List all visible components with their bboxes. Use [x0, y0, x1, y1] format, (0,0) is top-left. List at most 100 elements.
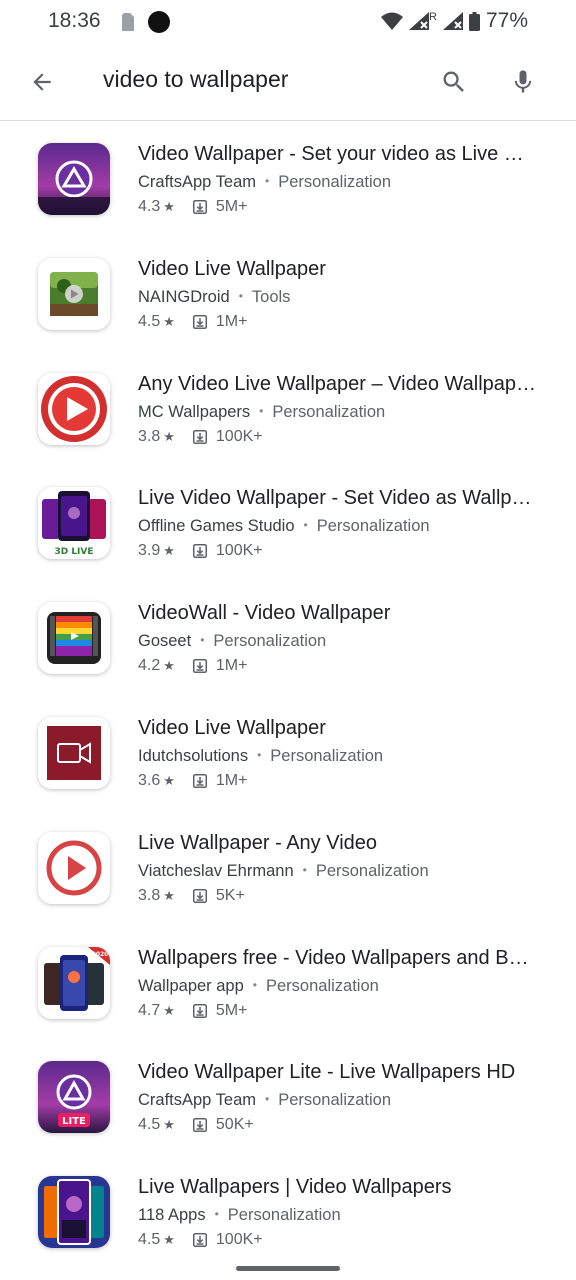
app-title: Video Wallpaper Lite - Live Wallpapers H…	[138, 1061, 516, 1084]
separator-dot: •	[238, 288, 243, 303]
star-icon: ★	[163, 543, 175, 559]
gesture-nav-bar[interactable]	[236, 1266, 340, 1271]
app-rating: 3.6	[138, 771, 161, 789]
separator-dot: •	[265, 1092, 270, 1107]
app-developer: CraftsApp Team	[138, 173, 256, 191]
app-meta: 3.6 ★ 1M+	[138, 772, 247, 790]
app-developer: Offline Games Studio	[138, 517, 295, 536]
app-downloads: 50K+	[215, 1116, 254, 1134]
arrow-back-icon	[33, 73, 51, 91]
app-title: Video Live Wallpaper	[138, 716, 326, 739]
app-rating: 4.7	[138, 1001, 161, 1019]
app-category: Personalization	[227, 1206, 341, 1225]
app-category: Personalization	[266, 976, 379, 995]
app-list-item[interactable]: Live Wallpapers | Video Wallpapers 118 A…	[0, 1154, 576, 1269]
app-subtitle: Idutchsolutions • Personalization	[138, 747, 383, 766]
app-rating: 3.8	[138, 427, 161, 445]
app-rating: 4.5	[138, 312, 161, 330]
download-icon	[192, 1003, 207, 1018]
app-title: Live Video Wallpaper - Set Video as Wall…	[138, 487, 538, 510]
star-icon: ★	[163, 428, 175, 444]
star-icon: ★	[163, 1117, 175, 1133]
app-title: Wallpapers free - Video Wallpapers and B…	[138, 946, 538, 969]
download-icon	[192, 773, 207, 788]
download-icon	[192, 429, 207, 444]
app-title: Any Video Live Wallpaper – Video Wallpap…	[138, 372, 538, 395]
app-list-item[interactable]: Any Video Live Wallpaper – Video Wallpap…	[0, 351, 576, 466]
app-subtitle: NAINGDroid • Tools	[138, 288, 290, 307]
live-wallpapers-collage-icon	[38, 1176, 110, 1249]
app-category: Personalization	[315, 861, 429, 880]
download-icon	[192, 659, 207, 674]
download-icon	[192, 544, 207, 559]
app-icon	[38, 372, 110, 445]
app-meta: 4.2 ★ 1M+	[138, 657, 247, 675]
app-downloads: 1M+	[215, 312, 248, 330]
search-results-list: Video Wallpaper - Set your video as Live…	[0, 121, 576, 1269]
app-icon	[38, 143, 110, 215]
svg-text:LITE: LITE	[62, 1116, 86, 1127]
separator-dot: •	[252, 977, 257, 992]
separator-dot: •	[214, 1207, 219, 1222]
app-developer: CraftsApp Team	[138, 1091, 256, 1110]
status-right: R 77%	[381, 9, 528, 33]
app-subtitle: 118 Apps • Personalization	[138, 1206, 341, 1225]
app-list-item[interactable]: 2020 Wallpapers free - Video Wallpapers …	[0, 925, 576, 1040]
phones-3d-live-icon: 3D LIVE	[38, 487, 110, 560]
app-meta: 4.5 ★ 100K+	[138, 1231, 263, 1249]
app-subtitle: Offline Games Studio • Personalization	[138, 517, 430, 536]
app-title: Video Wallpaper - Set your video as Live…	[138, 143, 538, 165]
app-meta: 3.8 ★ 5K+	[138, 887, 245, 905]
app-list-item[interactable]: VideoWall - Video Wallpaper Goseet • Perso…	[0, 580, 576, 695]
download-icon	[192, 314, 207, 329]
app-category: Personalization	[270, 746, 384, 765]
app-downloads: 5K+	[215, 886, 245, 904]
svg-text:3D LIVE: 3D LIVE	[54, 547, 93, 557]
app-meta: 4.5 ★ 1M+	[138, 313, 247, 331]
battery-icon	[468, 11, 480, 31]
app-category: Personalization	[272, 402, 386, 421]
star-icon: ★	[163, 658, 175, 674]
star-icon: ★	[163, 1232, 175, 1248]
app-subtitle: Viatcheslav Ehrmann • Personalization	[138, 862, 429, 881]
app-list-item[interactable]: Video Wallpaper - Set your video as Live…	[0, 121, 576, 236]
back-button[interactable]	[24, 64, 60, 100]
app-meta: 4.5 ★ 50K+	[138, 1116, 254, 1134]
app-rating: 4.5	[138, 1231, 161, 1249]
app-list-item[interactable]: LITE Video Wallpaper Lite - Live Wallpap…	[0, 1039, 576, 1154]
app-subtitle: CraftsApp Team • Personalization	[138, 1091, 391, 1110]
record-dot-icon	[148, 11, 170, 33]
app-title: Live Wallpaper - Any Video	[138, 831, 378, 854]
search-query[interactable]: video to wallpaper	[103, 66, 288, 93]
separator-dot: •	[200, 633, 205, 648]
app-rating: 3.9	[138, 542, 161, 560]
app-list-item[interactable]: Video Live Wallpaper Idutchsolutions • Per…	[0, 695, 576, 810]
app-meta: 4.7 ★ 5M+	[138, 1002, 247, 1020]
voice-search-button[interactable]	[505, 64, 541, 100]
app-downloads: 1M+	[215, 657, 248, 675]
app-downloads: 5M+	[215, 198, 248, 215]
app-category: Tools	[251, 287, 291, 306]
app-list-item[interactable]: 3D LIVE Live Video Wallpaper - Set Video…	[0, 465, 576, 580]
play-circle-icon	[38, 372, 110, 445]
app-developer: Viatcheslav Ehrmann	[138, 861, 294, 880]
app-subtitle: MC Wallpapers • Personalization	[138, 403, 385, 422]
app-icon	[38, 257, 110, 330]
sim-card-icon	[122, 13, 134, 31]
app-developer: MC Wallpapers	[138, 402, 251, 421]
separator-dot: •	[265, 174, 270, 188]
app-downloads: 100K+	[215, 427, 263, 445]
app-icon: 3D LIVE	[38, 487, 110, 560]
app-downloads: 1M+	[215, 771, 248, 789]
app-rating: 4.2	[138, 657, 161, 675]
app-list-item[interactable]: Live Wallpaper - Any Video Viatcheslav E…	[0, 810, 576, 925]
download-icon	[192, 1233, 207, 1248]
app-icon	[38, 602, 110, 675]
app-list-item[interactable]: Video Live Wallpaper NAINGDroid • Tools 4.…	[0, 236, 576, 351]
signal-no-data-icon	[409, 12, 430, 30]
search-icon	[443, 71, 464, 92]
craftsapp-lite-logo-icon: LITE	[38, 1061, 110, 1134]
search-button[interactable]	[436, 64, 472, 100]
app-subtitle: Wallpaper app • Personalization	[138, 977, 379, 996]
app-icon	[38, 716, 110, 789]
